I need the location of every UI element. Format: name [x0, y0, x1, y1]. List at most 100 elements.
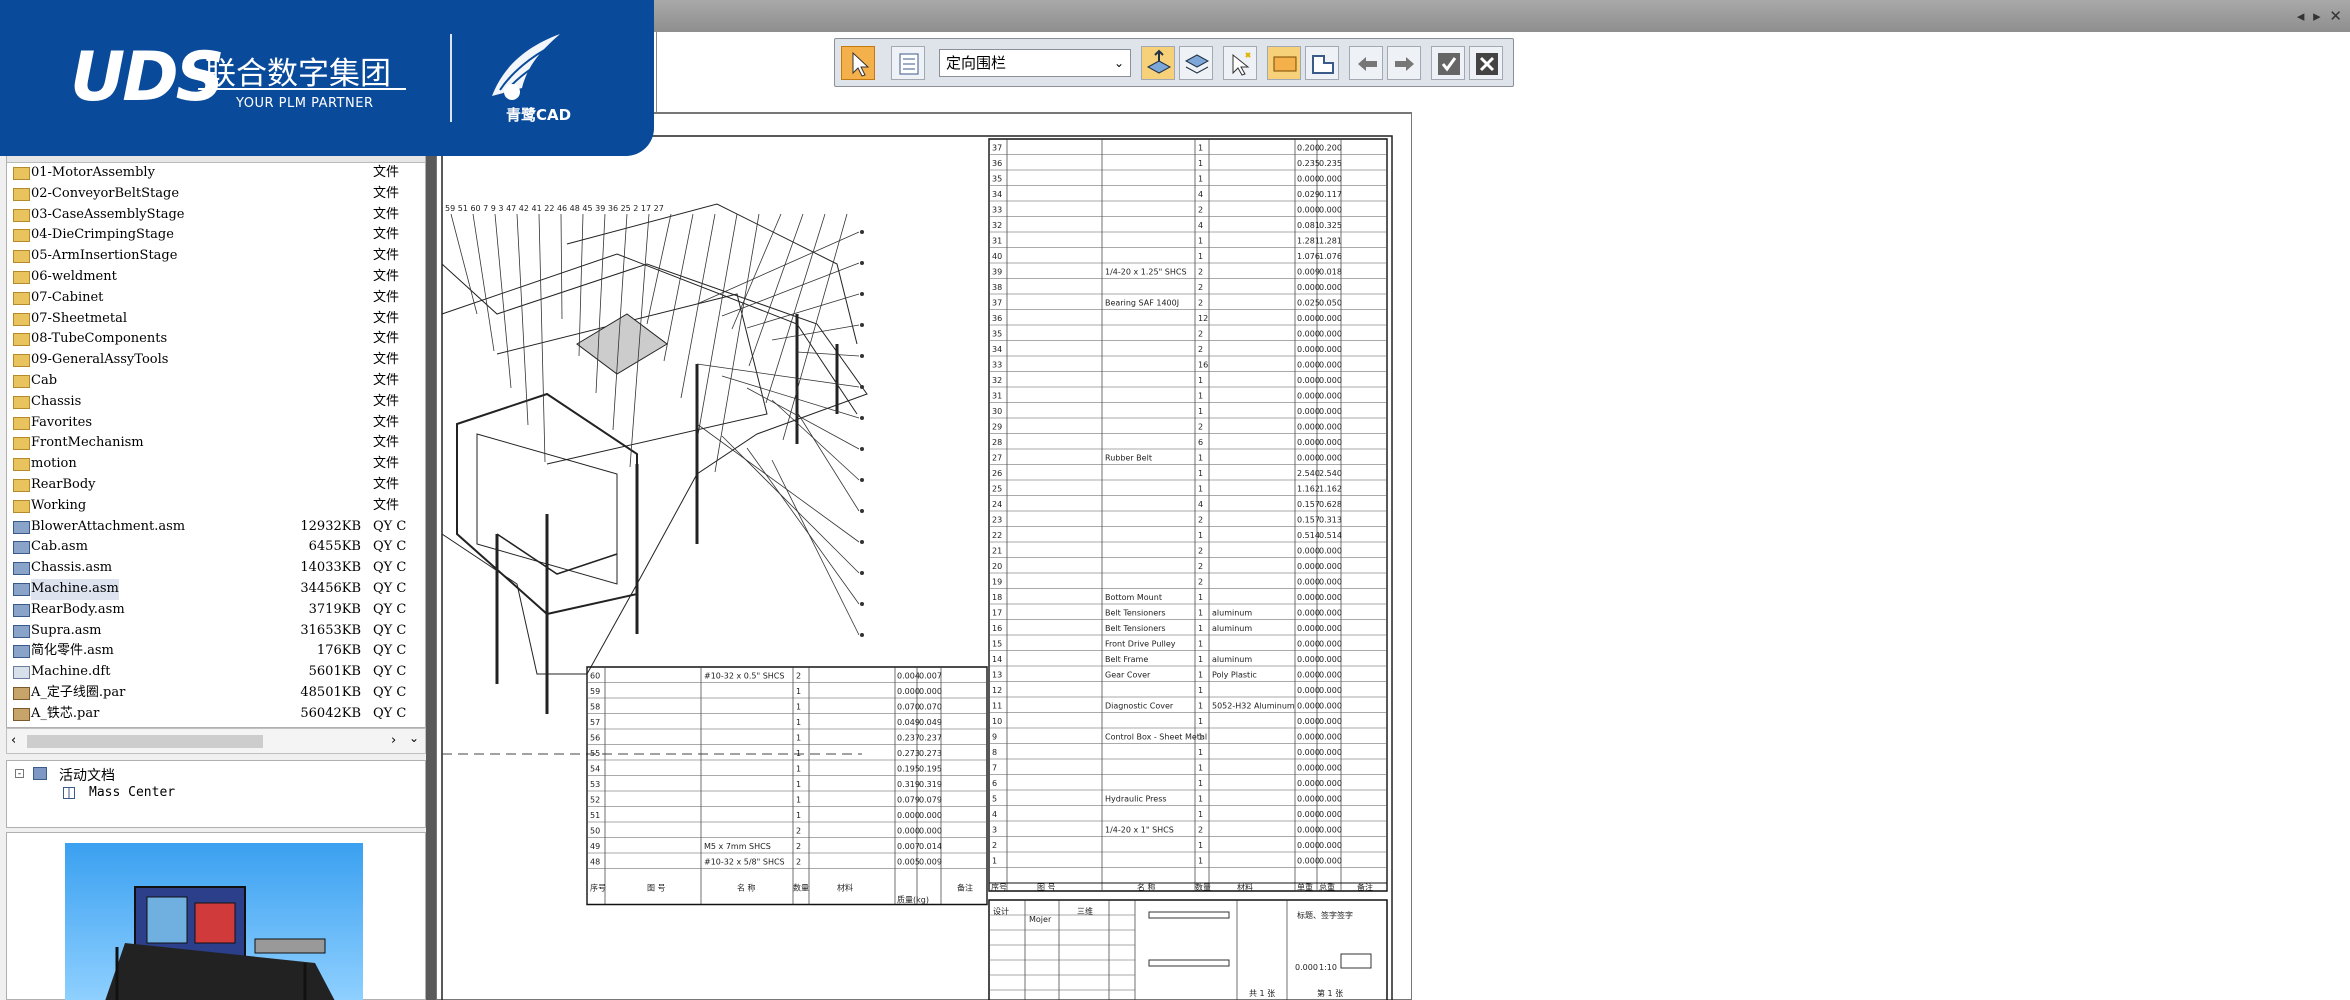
bom-unit-mass: 0.000 — [1297, 175, 1320, 184]
bom-item-qty: 2 — [1198, 283, 1203, 292]
file-list[interactable]: 01-MotorAssembly 文件 02-ConveyorBeltStage 文件… — [6, 148, 426, 728]
scroll-left-icon[interactable]: ‹ — [11, 733, 16, 748]
file-row[interactable]: 01-MotorAssembly 文件 — [7, 163, 425, 184]
file-row[interactable]: 05-ArmInsertionStage 文件 — [7, 246, 425, 267]
file-row[interactable]: Favorites 文件 — [7, 413, 425, 434]
bom-item-qty: 1 — [1198, 593, 1203, 602]
window-nav-controls[interactable]: ◂ ▸ ✕ — [2297, 7, 2344, 25]
bom-item-qty: 1 — [796, 749, 801, 758]
scroll-right-icon[interactable]: › — [391, 733, 396, 748]
bom-item-number: 34 — [992, 190, 1002, 199]
drawing-canvas[interactable]: 59 51 60 7 9 3 47 42 41 22 46 48 45 39 3… — [437, 114, 1413, 1000]
file-row[interactable]: 03-CaseAssemblyStage 文件 — [7, 205, 425, 226]
collapse-toggle-icon[interactable]: - — [15, 769, 24, 779]
file-row[interactable]: 06-weldment 文件 — [7, 267, 425, 288]
file-row[interactable]: Cab 文件 — [7, 371, 425, 392]
layer-down-button[interactable] — [1179, 46, 1213, 80]
tree-root-label[interactable]: 活动文档 — [59, 765, 115, 785]
file-row[interactable]: 07-Cabinet 文件 — [7, 288, 425, 309]
bom-total-mass: 0.000 — [1319, 345, 1342, 354]
assembly-preview-image — [65, 843, 363, 1000]
file-row[interactable]: Supra.asm 31653KB QY C — [7, 621, 425, 642]
file-row[interactable]: Cab.asm 6455KB QY C — [7, 537, 425, 558]
file-row[interactable]: A_定子线圈.par 48501KB QY C — [7, 683, 425, 704]
bom-item-number: 32 — [992, 221, 1002, 230]
file-row[interactable]: motion 文件 — [7, 454, 425, 475]
bom-total-mass: 0.049 — [919, 718, 942, 727]
product-name: 青鹭CAD — [506, 106, 572, 124]
folder-icon — [13, 437, 30, 451]
forward-button[interactable] — [1387, 46, 1421, 80]
polygon-fence-button[interactable] — [1305, 46, 1339, 80]
bom-unit-mass: 0.000 — [1297, 748, 1320, 757]
smart-select-button[interactable] — [1223, 46, 1257, 80]
bom-item-number: 33 — [992, 206, 1002, 215]
file-type: 文件 — [373, 165, 400, 180]
tree-child-label[interactable]: Mass Center — [89, 785, 175, 800]
layer-up-button[interactable] — [1141, 46, 1175, 80]
active-document-tree[interactable]: - 活动文档 Mass Center — [6, 760, 426, 828]
file-row[interactable]: FrontMechanism 文件 — [7, 433, 425, 454]
file-name: RearBody.asm — [31, 601, 125, 617]
select-tool-button[interactable] — [841, 46, 875, 80]
leader-line — [746, 387, 860, 450]
bom-unit-mass: 0.273 — [897, 749, 920, 758]
bom-item-qty: 1 — [1198, 144, 1203, 153]
bom-item-number: 55 — [590, 749, 600, 758]
bom-total-mass: 0.237 — [919, 734, 942, 743]
bom-total-mass: 0.000 — [1319, 810, 1342, 819]
properties-button[interactable] — [891, 46, 925, 80]
file-row[interactable]: RearBody 文件 — [7, 475, 425, 496]
bom-item-number: 17 — [992, 609, 1002, 618]
file-row[interactable]: BlowerAttachment.asm 12932KB QY C — [7, 517, 425, 538]
bom-item-number: 57 — [590, 718, 600, 727]
leader-line — [746, 447, 860, 605]
bom-total-mass: 0.000 — [919, 811, 942, 820]
file-row[interactable]: 07-Sheetmetal 文件 — [7, 309, 425, 330]
file-name: 01-MotorAssembly — [31, 165, 155, 180]
file-row[interactable]: 09-GeneralAssyTools 文件 — [7, 350, 425, 371]
file-row[interactable]: 04-DieCrimpingStage 文件 — [7, 225, 425, 246]
file-row[interactable]: Chassis 文件 — [7, 392, 425, 413]
bom-item-material: aluminum — [1212, 655, 1252, 664]
file-row[interactable]: Machine.dft 5601KB QY C — [7, 662, 425, 683]
bom-item-qty: 1 — [1198, 857, 1203, 866]
horizontal-scrollbar[interactable]: ‹ › ⌄ — [6, 728, 426, 754]
file-row[interactable]: 简化零件.asm 176KB QY C — [7, 641, 425, 662]
rectangle-icon — [1273, 56, 1297, 72]
bom-unit-mass: 0.000 — [1297, 640, 1320, 649]
file-row[interactable]: 02-ConveyorBeltStage 文件 — [7, 184, 425, 205]
scroll-down-icon[interactable]: ⌄ — [409, 731, 419, 745]
bom-item-qty: 1 — [796, 780, 801, 789]
file-row[interactable]: A_铁芯.par 56042KB QY C — [7, 704, 425, 725]
leader-line — [731, 213, 782, 330]
bom-total-mass: 0.000 — [1319, 376, 1342, 385]
back-button[interactable] — [1349, 46, 1383, 80]
bom-unit-mass: 0.195 — [897, 765, 920, 774]
file-type: QY C — [373, 539, 407, 555]
bom-item-number: 26 — [992, 469, 1002, 478]
bom-unit-mass: 0.157 — [1297, 500, 1320, 509]
layers-down-icon — [1184, 54, 1210, 74]
file-row[interactable]: Machine.asm 34456KB QY C — [7, 578, 425, 600]
bom-item-name: Front Drive Pulley — [1105, 640, 1176, 649]
file-row[interactable]: 08-TubeComponents 文件 — [7, 329, 425, 350]
bom-total-mass: 0.070 — [919, 703, 942, 712]
layers-up-icon — [1146, 49, 1172, 74]
accept-button[interactable] — [1431, 46, 1465, 80]
leader-end — [860, 509, 864, 513]
fence-mode-select[interactable]: 定向围栏 ⌄ — [939, 49, 1131, 77]
file-row[interactable]: Chassis.asm 14033KB QY C — [7, 558, 425, 579]
bom-unit-mass: 0.000 — [1297, 330, 1320, 339]
file-row[interactable]: RearBody.asm 3719KB QY C — [7, 600, 425, 621]
bom-unit-mass: 0.000 — [1297, 593, 1320, 602]
bom-item-number: 38 — [992, 283, 1002, 292]
drawing-sheet[interactable]: 59 51 60 7 9 3 47 42 41 22 46 48 45 39 3… — [436, 112, 1412, 1000]
cancel-button[interactable] — [1469, 46, 1503, 80]
fence-mode-value: 定向围栏 — [946, 54, 1007, 72]
rectangle-fence-button[interactable] — [1267, 46, 1301, 80]
scrollbar-thumb[interactable] — [27, 735, 263, 748]
file-row[interactable]: Working 文件 — [7, 496, 425, 517]
folder-icon — [13, 354, 30, 368]
bom-item-number: 54 — [590, 765, 600, 774]
